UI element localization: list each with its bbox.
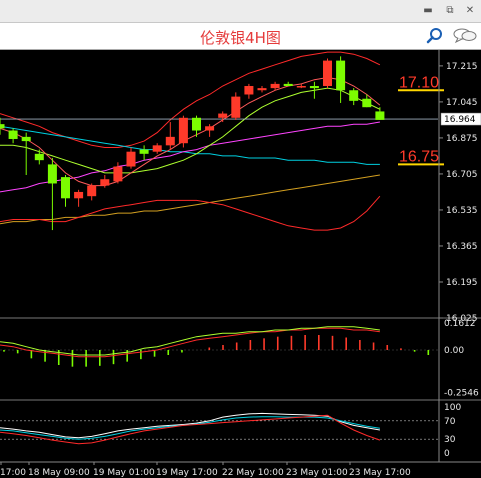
- osc-tick-label: 30: [444, 435, 456, 445]
- candle-body: [283, 83, 293, 87]
- macd-tick-label: -0.2546: [444, 388, 479, 398]
- candle-body: [178, 117, 188, 144]
- price-tick-label: 16.195: [446, 278, 478, 288]
- price-tick-label: 17.045: [446, 98, 478, 108]
- macd-tick-label: 0.1612: [444, 319, 476, 329]
- osc-line: [0, 412, 380, 439]
- candle-body: [309, 86, 319, 89]
- price-pane: 17.10 16.75: [0, 51, 481, 319]
- candle-body: [47, 164, 57, 184]
- candle-body: [8, 130, 18, 139]
- chart-window: ▬ ⧉ ✕ 伦敦银4H图 17.10 16.75 17.215 17.045 16.8…: [0, 0, 481, 478]
- candle-body: [218, 113, 228, 118]
- macd-main-line: [0, 326, 380, 356]
- slow-ma-line: [0, 125, 380, 165]
- candle-body: [257, 88, 267, 91]
- oscillator-pane: [0, 412, 438, 445]
- candle-body: [192, 117, 201, 131]
- search-icon[interactable]: [424, 25, 446, 47]
- chart-title: 伦敦银4H图: [200, 29, 281, 47]
- time-tick-label: 23 May 17:00: [349, 468, 411, 478]
- lower-band-line: [0, 195, 381, 231]
- price-tick-label: 16.705: [446, 170, 478, 180]
- price-tick-label: 16.365: [446, 242, 478, 252]
- candle-body: [21, 136, 31, 142]
- candle-body: [349, 90, 359, 101]
- time-tick-label: 17:00: [0, 468, 26, 478]
- osc-tick-label: 0: [444, 449, 450, 459]
- minimize-icon[interactable]: ▬: [420, 3, 436, 19]
- time-tick-label: 19 May 01:00: [93, 468, 155, 478]
- chat-icon[interactable]: [452, 25, 478, 47]
- candle-body: [296, 86, 306, 88]
- time-tick-label: 22 May 10:00: [222, 468, 284, 478]
- osc-tick-label: 100: [444, 403, 461, 413]
- candle-body: [139, 149, 149, 154]
- chart-area[interactable]: 17.10 16.75 17.215 17.045 16.875 16.705 16.53…: [0, 50, 481, 478]
- candle-body: [375, 111, 385, 120]
- chart-toolbar: 伦敦银4H图: [0, 23, 481, 50]
- macd-pane: [0, 326, 481, 401]
- price-tick-label: 16.875: [446, 134, 478, 144]
- time-tick-label: 19 May 17:00: [156, 468, 218, 478]
- upper-band-line: [0, 51, 381, 148]
- candle-body: [74, 191, 84, 199]
- candle-body: [231, 96, 241, 118]
- candle-body: [165, 136, 175, 146]
- current-price-box: 16.964: [440, 112, 481, 126]
- price-tick-label: 16.535: [446, 206, 478, 216]
- current-price-label: 16.964: [444, 115, 476, 125]
- candle-body: [100, 179, 110, 186]
- ma-long-line: [0, 174, 380, 225]
- candle-body: [87, 185, 97, 197]
- window-titlebar: ▬ ⧉ ✕: [0, 0, 481, 23]
- candle-body: [205, 126, 215, 131]
- osc-line: [0, 414, 381, 445]
- price-tick-label: 17.215: [446, 62, 478, 72]
- level-label: 16.75: [399, 148, 439, 165]
- time-tick-label: 18 May 09:00: [28, 468, 90, 478]
- axis-layer: 17.215 17.045 16.875 16.705 16.535 16.365 16.1…: [0, 50, 481, 478]
- candle-body: [152, 145, 162, 152]
- candle-body: [270, 83, 280, 89]
- candle-body: [0, 124, 5, 129]
- level-label: 17.10: [399, 74, 439, 91]
- candle-body: [362, 98, 372, 108]
- restore-icon[interactable]: ⧉: [442, 3, 458, 19]
- candle-body: [126, 151, 136, 167]
- time-tick-label: 23 May 01:00: [286, 468, 348, 478]
- candle-body: [113, 166, 123, 182]
- candle-body: [244, 86, 254, 95]
- mid-ma-line: [0, 87, 381, 174]
- candle-body: [336, 60, 346, 91]
- chart-svg[interactable]: 17.10 16.75 17.215 17.045 16.875 16.705 16.53…: [0, 50, 481, 478]
- candle-body: [34, 153, 44, 161]
- candle-body: [61, 177, 70, 199]
- close-icon[interactable]: ✕: [462, 3, 478, 19]
- macd-tick-label: 0.00: [444, 346, 464, 356]
- candle-body: [323, 60, 332, 87]
- osc-tick-label: 70: [444, 417, 456, 427]
- fast-ma-line: [0, 76, 381, 187]
